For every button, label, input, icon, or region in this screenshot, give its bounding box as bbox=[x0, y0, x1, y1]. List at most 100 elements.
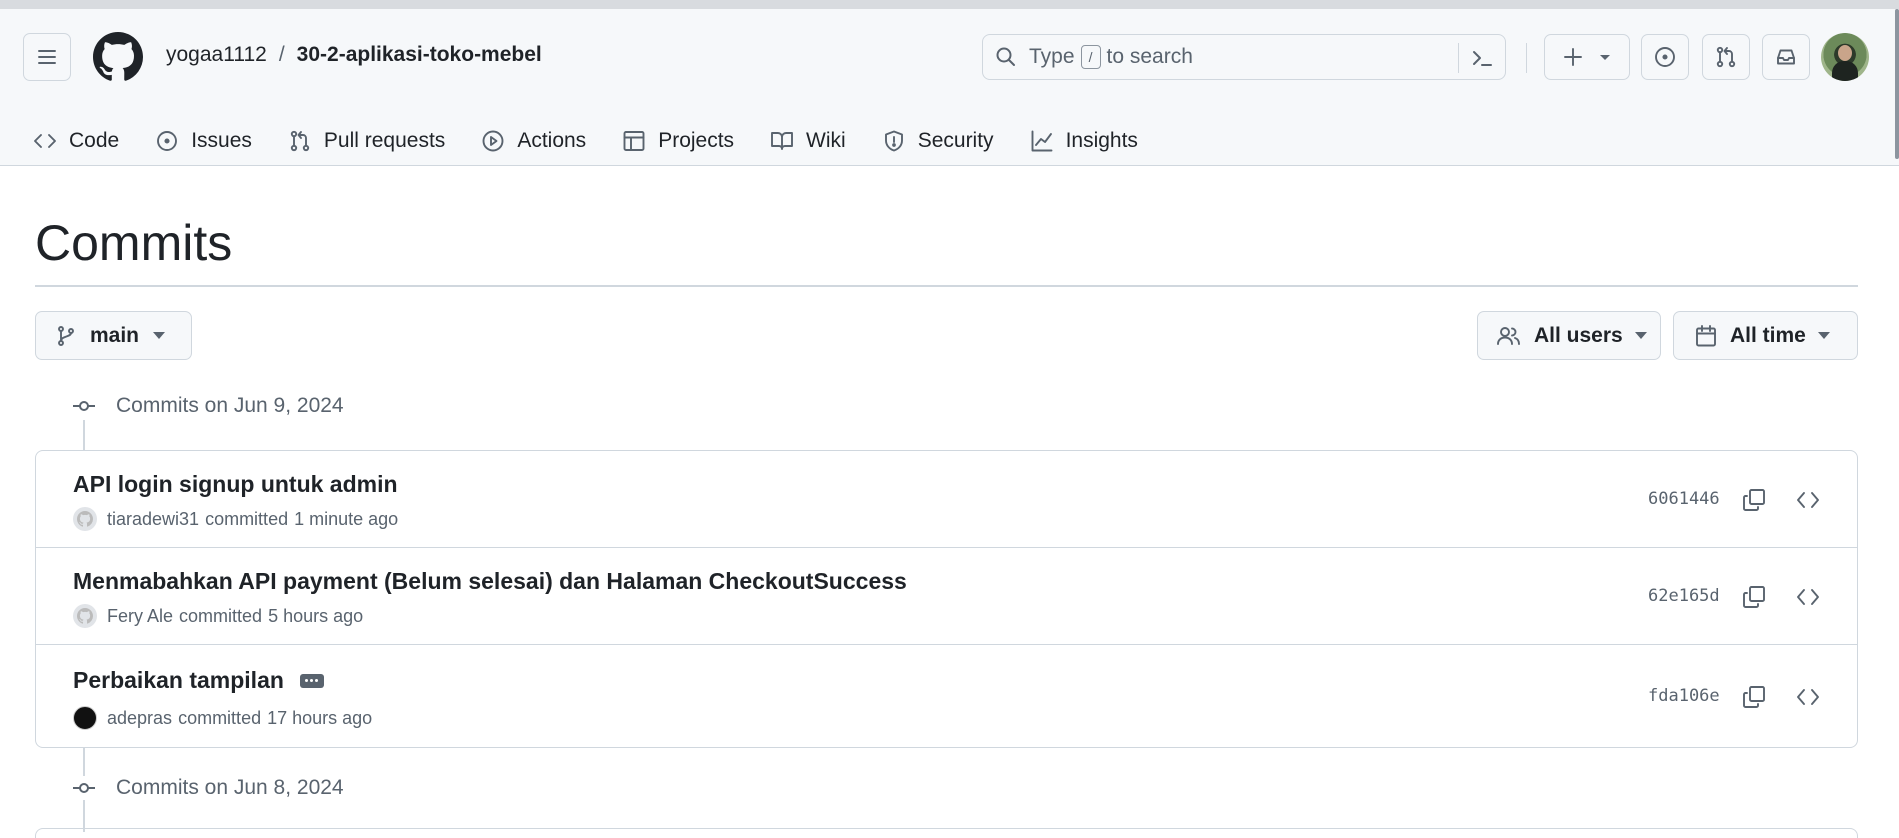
tab-pull-requests[interactable]: Pull requests bbox=[288, 129, 445, 153]
commit-row: Menmabahkan API payment (Belum selesai) … bbox=[36, 548, 1857, 645]
issue-opened-icon bbox=[1655, 47, 1675, 67]
copy-sha-button[interactable] bbox=[1738, 681, 1770, 713]
tab-projects[interactable]: Projects bbox=[622, 129, 734, 153]
repo-name-link[interactable]: 30-2-aplikasi-toko-mebel bbox=[297, 43, 542, 67]
time-filter-label: All time bbox=[1730, 323, 1806, 347]
commit-sha-link[interactable]: 62e165d bbox=[1648, 586, 1720, 606]
github-mark-icon bbox=[77, 511, 93, 527]
time-filter-button[interactable]: All time bbox=[1673, 311, 1858, 360]
tab-actions[interactable]: Actions bbox=[481, 129, 586, 153]
your-issues-button[interactable] bbox=[1641, 34, 1689, 80]
commit-action: committed bbox=[179, 605, 263, 626]
repo-breadcrumb: yogaa1112 / 30-2-aplikasi-toko-mebel bbox=[166, 43, 542, 67]
browse-repo-at-commit-button[interactable] bbox=[1792, 581, 1824, 613]
menu-button[interactable] bbox=[23, 33, 71, 81]
page-scrollbar[interactable] bbox=[1895, 9, 1899, 159]
search-placeholder: Type / to search bbox=[1029, 45, 1193, 69]
commit-sha-link[interactable]: fda106e bbox=[1648, 686, 1720, 706]
commit-time: 1 minute ago bbox=[294, 508, 399, 529]
issue-opened-icon bbox=[157, 131, 178, 151]
search-icon bbox=[996, 47, 1015, 66]
tab-label: Security bbox=[917, 129, 994, 152]
commit-group-date: Commits on Jun 9, 2024 bbox=[116, 394, 344, 417]
copy-icon bbox=[1743, 586, 1765, 608]
commit-group-heading: Commits on Jun 8, 2024 bbox=[72, 776, 344, 800]
git-pull-request-icon bbox=[290, 130, 310, 152]
tab-insights[interactable]: Insights bbox=[1030, 129, 1138, 153]
create-new-button[interactable] bbox=[1544, 34, 1630, 80]
commit-message: Perbaikan tampilan bbox=[73, 667, 284, 693]
plus-icon bbox=[1564, 48, 1582, 66]
copy-sha-button[interactable] bbox=[1738, 581, 1770, 613]
browse-repo-at-commit-button[interactable] bbox=[1792, 681, 1824, 713]
command-palette-icon[interactable] bbox=[1469, 45, 1495, 71]
repo-header: yogaa1112 / 30-2-aplikasi-toko-mebel Typ… bbox=[0, 9, 1899, 166]
commit-author-link[interactable]: tiaradewi31 bbox=[107, 509, 199, 530]
commit-row: Perbaikan tampilan adepras committed 17 … bbox=[36, 645, 1857, 747]
tab-label: Actions bbox=[517, 129, 587, 152]
shield-icon bbox=[884, 130, 903, 152]
repo-owner-link[interactable]: yogaa1112 bbox=[166, 43, 267, 67]
users-filter-button[interactable]: All users bbox=[1477, 311, 1661, 360]
commit-message-link[interactable]: Perbaikan tampilan bbox=[73, 667, 324, 694]
author-avatar[interactable] bbox=[73, 706, 97, 730]
user-avatar[interactable] bbox=[1821, 33, 1869, 81]
branch-select-button[interactable]: main bbox=[35, 311, 192, 360]
git-commit-icon bbox=[73, 401, 95, 411]
commit-action: committed bbox=[205, 508, 289, 529]
tab-code[interactable]: Code bbox=[33, 129, 119, 153]
code-icon bbox=[1797, 689, 1819, 705]
expand-description-button[interactable] bbox=[299, 673, 324, 688]
triangle-down-icon bbox=[1600, 55, 1610, 60]
tab-issues[interactable]: Issues bbox=[155, 129, 252, 153]
timeline-line bbox=[83, 420, 85, 450]
branch-name: main bbox=[90, 323, 140, 347]
graph-icon bbox=[1031, 130, 1053, 152]
tab-security[interactable]: Security bbox=[882, 129, 994, 153]
commit-row: API login signup untuk admin tiaradewi31… bbox=[36, 451, 1857, 548]
commit-action: committed bbox=[178, 707, 262, 728]
code-icon bbox=[1797, 492, 1819, 508]
search-shortcut-key: / bbox=[1080, 45, 1101, 69]
commit-list: API login signup untuk admin tiaradewi31… bbox=[35, 450, 1858, 748]
inbox-icon bbox=[1777, 49, 1795, 65]
code-icon bbox=[1797, 589, 1819, 605]
commit-meta: tiaradewi31 committed 1 minute ago bbox=[73, 507, 398, 531]
path-separator: / bbox=[278, 43, 285, 66]
commit-meta: Fery Ale committed 5 hours ago bbox=[73, 604, 363, 628]
caret-down-icon bbox=[1634, 332, 1647, 339]
author-avatar[interactable] bbox=[73, 507, 97, 531]
tab-label: Insights bbox=[1065, 129, 1138, 152]
github-mark-icon bbox=[77, 608, 93, 624]
search-input[interactable]: Type / to search bbox=[982, 34, 1506, 80]
your-pull-requests-button[interactable] bbox=[1702, 34, 1750, 80]
git-branch-icon bbox=[58, 325, 74, 346]
browser-top-edge bbox=[0, 0, 1899, 9]
commit-author-link[interactable]: Fery Ale bbox=[107, 606, 173, 627]
search-divider bbox=[1458, 43, 1459, 73]
notifications-button[interactable] bbox=[1762, 34, 1810, 80]
git-pull-request-icon bbox=[1716, 46, 1736, 68]
commit-author-link[interactable]: adepras bbox=[107, 708, 172, 729]
tab-label: Wiki bbox=[806, 129, 846, 152]
commit-meta: adepras committed 17 hours ago bbox=[73, 706, 372, 730]
author-avatar[interactable] bbox=[73, 604, 97, 628]
commit-sha-link[interactable]: 6061446 bbox=[1648, 489, 1720, 509]
tab-wiki[interactable]: Wiki bbox=[770, 129, 846, 153]
caret-down-icon bbox=[1817, 332, 1830, 339]
copy-icon bbox=[1743, 686, 1765, 708]
commit-message: API login signup untuk admin bbox=[73, 471, 398, 497]
copy-sha-button[interactable] bbox=[1738, 484, 1770, 516]
people-icon bbox=[1497, 326, 1520, 345]
code-icon bbox=[34, 134, 56, 148]
browse-repo-at-commit-button[interactable] bbox=[1792, 484, 1824, 516]
commit-message-link[interactable]: Menmabahkan API payment (Belum selesai) … bbox=[73, 568, 907, 595]
github-logo-icon[interactable] bbox=[93, 32, 143, 82]
play-icon bbox=[482, 130, 504, 152]
commit-message: Menmabahkan API payment (Belum selesai) … bbox=[73, 568, 907, 594]
commit-message-link[interactable]: API login signup untuk admin bbox=[73, 471, 398, 498]
commit-group-date: Commits on Jun 8, 2024 bbox=[116, 776, 344, 799]
table-icon bbox=[623, 131, 645, 151]
tab-label: Projects bbox=[658, 129, 735, 152]
repo-nav-tabs: Code Issues Pull requests Actions Projec… bbox=[33, 117, 1174, 165]
